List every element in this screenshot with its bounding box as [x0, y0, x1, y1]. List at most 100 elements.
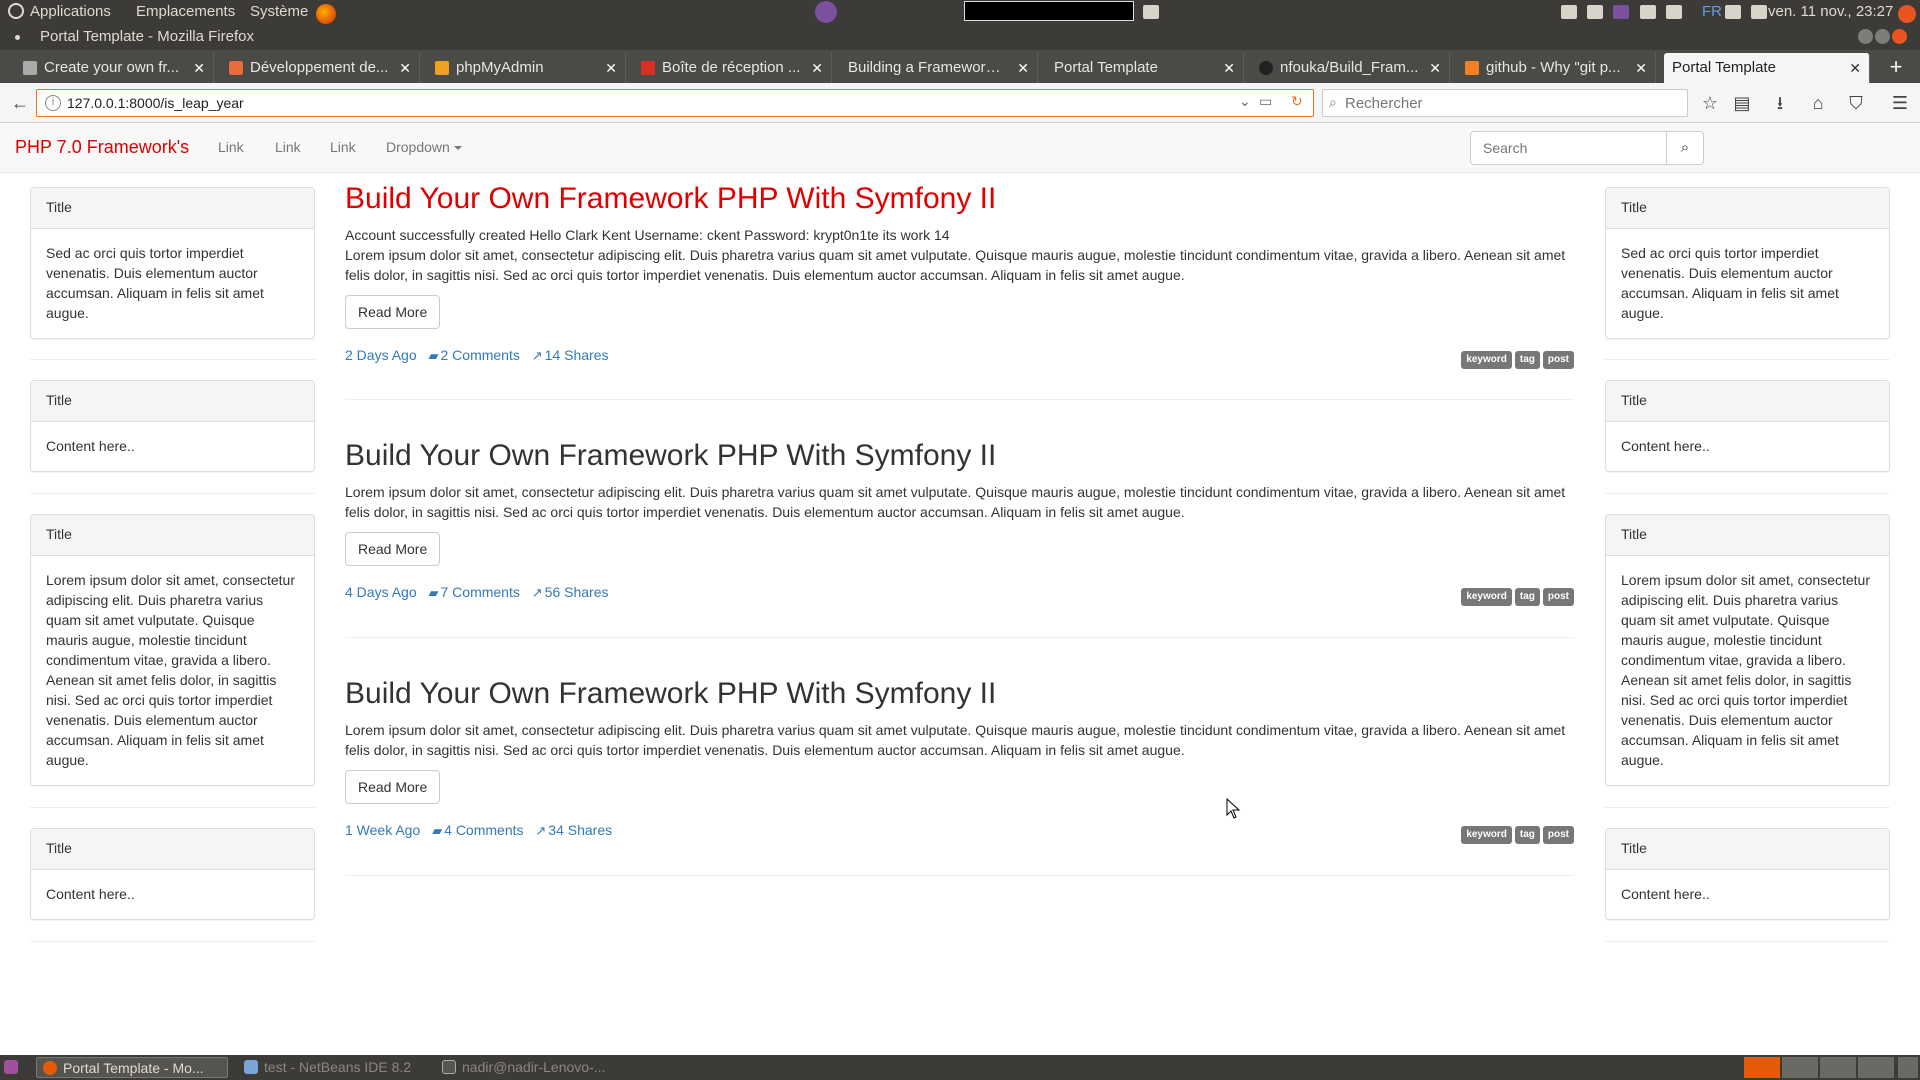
volume-icon[interactable]	[1725, 5, 1741, 20]
close-icon[interactable]: ✕	[399, 53, 411, 83]
tab-developpement[interactable]: Développement de... ✕	[222, 53, 420, 83]
history-dropdown-icon[interactable]: ⌄	[1239, 93, 1251, 110]
close-icon[interactable]: ✕	[1223, 53, 1235, 83]
tray-app-icon[interactable]	[1140, 0, 1162, 24]
tab-github-nfouka[interactable]: nfouka/Build_Fram... ✕	[1252, 53, 1450, 83]
browser-search-input[interactable]	[1345, 92, 1675, 114]
tag-badge[interactable]: tag	[1514, 351, 1540, 369]
post-date-link[interactable]: 4 Days Ago	[345, 584, 417, 600]
post-title[interactable]: Build Your Own Framework PHP With Symfon…	[345, 676, 1574, 712]
tray-icon-1[interactable]	[1561, 5, 1577, 20]
browser-search-box[interactable]: ⌕	[1322, 89, 1688, 117]
workspace-4[interactable]	[1858, 1057, 1894, 1078]
reload-icon[interactable]: ↻	[1291, 93, 1303, 110]
pocket-icon[interactable]: ⛉	[1842, 89, 1870, 117]
tab-building-a-framework[interactable]: Building a Framework ... ✕	[840, 53, 1038, 83]
close-icon[interactable]: ✕	[193, 53, 205, 83]
applications-menu[interactable]: Applications	[8, 0, 111, 24]
places-menu[interactable]: Emplacements	[136, 0, 235, 24]
battery-icon[interactable]	[1751, 5, 1768, 20]
show-desktop-icon[interactable]	[2, 1057, 32, 1078]
tag-badge[interactable]: keyword	[1461, 826, 1512, 844]
post-comments-link[interactable]: 4 Comments	[444, 822, 523, 838]
post-date-link[interactable]: 2 Days Ago	[345, 347, 417, 363]
back-button[interactable]: ←	[6, 89, 34, 117]
home-icon[interactable]: ⌂	[1804, 89, 1832, 117]
close-window-button[interactable]	[1892, 29, 1907, 44]
taskbar-netbeans[interactable]: test - NetBeans IDE 8.2	[238, 1057, 430, 1078]
url-bar[interactable]: i ⌄ ▭ ↻	[36, 89, 1314, 117]
tag-badge[interactable]: tag	[1514, 588, 1540, 606]
read-more-button[interactable]: Read More	[345, 770, 441, 804]
tab-portal-template-active[interactable]: Portal Template ✕	[1664, 53, 1870, 83]
post-title[interactable]: Build Your Own Framework PHP With Symfon…	[345, 181, 1574, 217]
post-title[interactable]: Build Your Own Framework PHP With Symfon…	[345, 438, 1574, 474]
close-icon[interactable]: ✕	[1017, 53, 1029, 83]
close-icon[interactable]: ✕	[1635, 53, 1647, 83]
bluetooth-icon[interactable]	[1639, 5, 1656, 20]
nav-link-1[interactable]: Link	[218, 139, 244, 155]
tag-badge[interactable]: keyword	[1461, 588, 1512, 606]
panel-title: Title	[31, 515, 314, 556]
wifi-icon[interactable]	[1665, 5, 1682, 20]
workspace-3[interactable]	[1820, 1057, 1856, 1078]
workspace-1[interactable]	[1744, 1057, 1780, 1078]
close-icon[interactable]: ✕	[1849, 53, 1861, 83]
close-icon[interactable]: ✕	[1429, 53, 1441, 83]
hamburger-menu-icon[interactable]: ☰	[1886, 89, 1914, 117]
post-comments-link[interactable]: 2 Comments	[441, 347, 520, 363]
nav-link-3[interactable]: Link	[330, 139, 356, 155]
post-shares-link[interactable]: 14 Shares	[545, 347, 609, 363]
tab-label: Développement de...	[250, 59, 389, 76]
panel-title: Title	[31, 381, 314, 422]
close-icon[interactable]: ✕	[811, 53, 823, 83]
window-menu-dot-icon[interactable]	[15, 35, 20, 40]
read-more-button[interactable]: Read More	[345, 295, 441, 329]
tag-badge[interactable]: post	[1542, 588, 1574, 606]
bookmark-star-icon[interactable]: ☆	[1696, 89, 1724, 117]
bookmarks-library-icon[interactable]: ▤	[1728, 89, 1756, 117]
stackoverflow-icon	[1465, 61, 1479, 75]
divider	[30, 359, 315, 360]
tag-badge[interactable]: tag	[1514, 826, 1540, 844]
keyboard-layout-indicator[interactable]: FR	[1702, 0, 1722, 24]
system-menu[interactable]: Système	[250, 0, 308, 24]
trash-icon[interactable]	[1898, 1057, 1918, 1078]
reader-view-icon[interactable]: ▭	[1259, 93, 1272, 110]
tab-portal-template[interactable]: Portal Template ✕	[1046, 53, 1244, 83]
post-comments-link[interactable]: 7 Comments	[441, 584, 520, 600]
site-brand[interactable]: PHP 7.0 Framework's	[15, 137, 189, 158]
viber-icon[interactable]	[815, 1, 837, 25]
viber-tray-icon[interactable]	[1613, 5, 1630, 20]
site-info-icon[interactable]: i	[45, 95, 61, 111]
tab-stackoverflow-github[interactable]: github - Why "git p... ✕	[1458, 53, 1656, 83]
site-search-input[interactable]	[1470, 131, 1667, 165]
nav-dropdown[interactable]: Dropdown	[386, 139, 462, 155]
downloads-icon[interactable]: ⭳	[1766, 89, 1794, 117]
workspace-2[interactable]	[1782, 1057, 1818, 1078]
post-date-link[interactable]: 1 Week Ago	[345, 822, 420, 838]
clock[interactable]: ven. 11 nov., 23:27	[1768, 0, 1893, 24]
site-search-button[interactable]: ⌕	[1666, 131, 1704, 165]
nav-link-2[interactable]: Link	[275, 139, 301, 155]
close-icon[interactable]: ✕	[605, 53, 617, 83]
tag-badge[interactable]: post	[1542, 351, 1574, 369]
tag-badge[interactable]: post	[1542, 826, 1574, 844]
tab-gmail-inbox[interactable]: Boîte de réception ... ✕	[634, 53, 832, 83]
taskbar-terminal[interactable]: nadir@nadir-Lenovo-...	[436, 1057, 628, 1078]
tag-badge[interactable]: keyword	[1461, 351, 1512, 369]
new-tab-button[interactable]: +	[1876, 53, 1916, 83]
read-more-button[interactable]: Read More	[345, 532, 441, 566]
post-shares-link[interactable]: 34 Shares	[548, 822, 612, 838]
tab-phpmyadmin[interactable]: phpMyAdmin ✕	[428, 53, 626, 83]
firefox-launcher-icon[interactable]	[316, 2, 336, 26]
minimize-button[interactable]	[1858, 29, 1873, 44]
tray-icons-2	[1722, 0, 1770, 24]
terminal-tray-icon[interactable]	[1587, 5, 1604, 20]
tab-create-your-own[interactable]: Create your own fr... ✕	[16, 53, 214, 83]
url-input[interactable]	[67, 92, 1217, 114]
maximize-button[interactable]	[1875, 29, 1890, 44]
post-shares-link[interactable]: 56 Shares	[545, 584, 609, 600]
power-icon[interactable]	[1898, 2, 1916, 26]
taskbar-firefox[interactable]: Portal Template - Mo...	[36, 1057, 228, 1078]
